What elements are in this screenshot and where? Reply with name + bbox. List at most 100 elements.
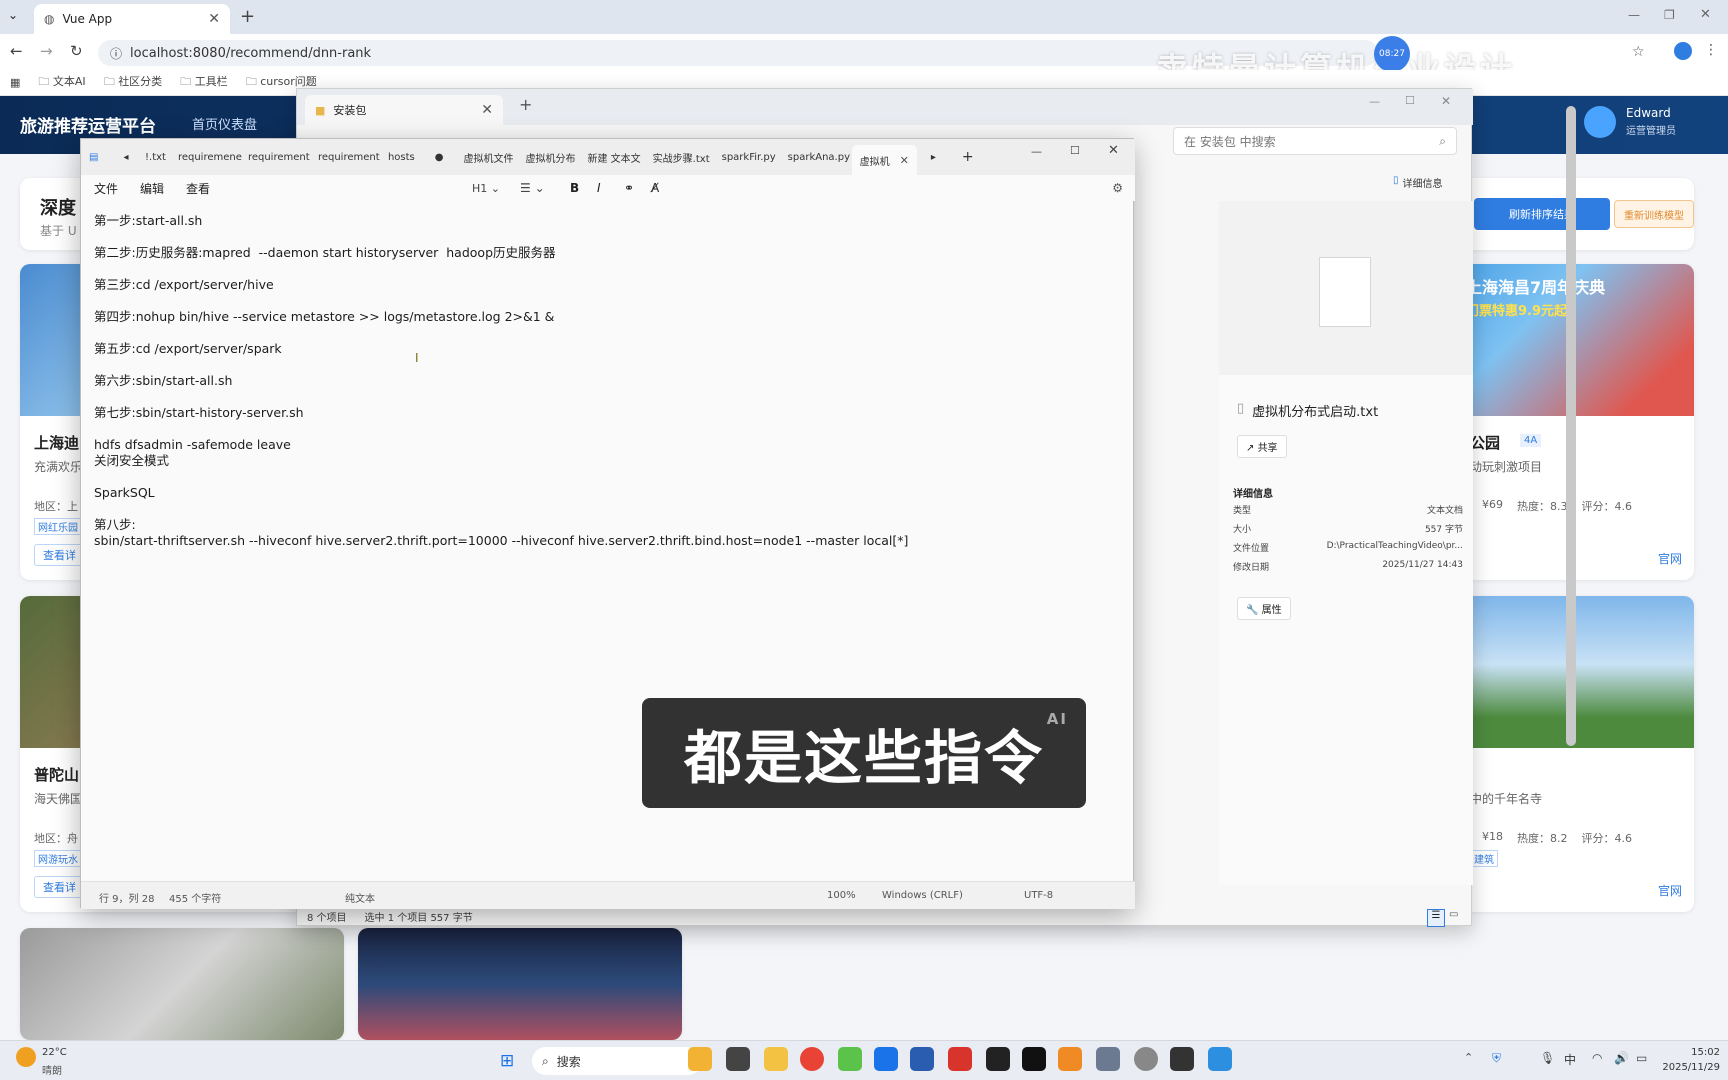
notepad-tab[interactable]: requirement [312, 152, 382, 163]
wps-icon[interactable] [948, 1047, 972, 1071]
share-button[interactable]: ↗ 共享 [1237, 435, 1287, 458]
close-tab-icon[interactable]: ✕ [900, 154, 909, 167]
ime-indicator[interactable]: 中 [1564, 1051, 1576, 1068]
taskbar-app-icon[interactable] [1134, 1047, 1158, 1071]
back-icon[interactable]: ← [10, 42, 23, 60]
forward-icon[interactable]: → [40, 42, 53, 60]
volume-icon[interactable]: 🔊 [1614, 1051, 1629, 1065]
list-dropdown-icon[interactable]: ☰ ⌄ [520, 181, 570, 195]
notepad-active-tab[interactable]: 虚拟机 ✕ [851, 145, 917, 175]
tab-scroll-right-icon[interactable]: ▸ [931, 152, 936, 163]
line-ending[interactable]: Windows (CRLF) [882, 890, 963, 901]
apps-icon[interactable]: ▦ [10, 76, 20, 89]
taskbar-search[interactable]: ⌕ 搜索 [532, 1047, 702, 1075]
tab-scroll-left-icon[interactable]: ◂ [113, 152, 139, 163]
text-line [94, 261, 1114, 277]
notepad-tab[interactable]: hosts [382, 152, 421, 163]
file-explorer-icon[interactable] [764, 1047, 788, 1071]
minimize-icon[interactable]: — [1031, 145, 1042, 158]
start-windows-icon[interactable]: ⊞ [500, 1051, 514, 1071]
taskbar-app-icon[interactable] [688, 1047, 712, 1071]
tab-list-chevron-icon[interactable]: ⌄ [8, 8, 18, 22]
taskbar-app-icon[interactable] [1096, 1047, 1120, 1071]
taskbar-app-icon[interactable] [910, 1047, 934, 1071]
clock-date[interactable]: 2025/11/29 [1660, 1062, 1720, 1073]
taskbar-app-icon[interactable] [986, 1047, 1010, 1071]
text-format[interactable]: 纯文本 [345, 890, 375, 905]
taskbar-app-icon[interactable] [838, 1047, 862, 1071]
restore-icon[interactable]: ❐ [1664, 8, 1675, 22]
official-site-link[interactable]: 官网 [1658, 882, 1682, 899]
terminal-icon[interactable] [1170, 1047, 1194, 1071]
minimize-icon[interactable]: — [1628, 8, 1640, 22]
task-view-icon[interactable] [726, 1047, 750, 1071]
zoom-level[interactable]: 100% [827, 890, 856, 901]
settings-gear-icon[interactable]: ⚙ [1112, 181, 1123, 195]
pycharm-icon[interactable] [1022, 1047, 1046, 1071]
notepad-tab[interactable]: 虚拟机文件 [457, 150, 519, 165]
notepad-tab[interactable]: requirement [242, 152, 312, 163]
menu-icon[interactable]: ⋮ [1704, 42, 1718, 58]
properties-button[interactable]: 🔧 属性 [1237, 597, 1291, 620]
maximize-icon[interactable]: ☐ [1405, 94, 1415, 107]
details-pane-toggle[interactable]: ▯ 详细信息 [1393, 175, 1443, 190]
shield-icon[interactable]: ⛨ [1492, 1051, 1501, 1066]
clock-time[interactable]: 15:02 [1664, 1047, 1720, 1058]
new-tab-icon[interactable]: + [240, 6, 255, 27]
tray-chevron-icon[interactable]: ⌃ [1464, 1051, 1473, 1064]
reload-icon[interactable]: ↻ [70, 42, 83, 60]
tiles-view-icon[interactable]: ▭ [1449, 909, 1458, 920]
refresh-ranking-button[interactable]: 刷新排序结果 [1474, 198, 1610, 230]
view-detail-button[interactable]: 查看详 [34, 876, 85, 898]
heading-dropdown[interactable]: H1 ⌄ [472, 182, 520, 195]
notepad-taskbar-icon[interactable] [1208, 1047, 1232, 1071]
close-window-icon[interactable]: ✕ [1441, 94, 1451, 108]
star-icon[interactable]: ☆ [1632, 44, 1645, 60]
menu-view[interactable]: 查看 [186, 180, 232, 197]
clear-format-icon[interactable]: A̸ [651, 181, 678, 195]
retrain-model-button[interactable]: 重新训练模型 [1614, 200, 1694, 228]
encoding[interactable]: UTF-8 [1024, 890, 1053, 901]
official-site-link[interactable]: 官网 [1658, 550, 1682, 567]
wifi-icon[interactable]: ◠ [1592, 1051, 1602, 1065]
notepad-tab[interactable]: 虚拟机分布 [519, 150, 581, 165]
taskbar-app-icon[interactable] [874, 1047, 898, 1071]
profile-icon[interactable] [1674, 42, 1692, 60]
nav-item-dashboard[interactable]: 首页仪表盘 [192, 114, 257, 133]
notepad-tab[interactable]: sparkFir.py [716, 152, 782, 163]
explorer-search-input[interactable]: 在 安装包 中搜索 ⌕ [1173, 127, 1457, 155]
close-window-icon[interactable]: ✕ [1700, 7, 1711, 22]
new-tab-icon[interactable]: + [962, 149, 974, 165]
chrome-icon[interactable] [800, 1047, 824, 1071]
menu-edit[interactable]: 编辑 [140, 180, 186, 197]
menu-file[interactable]: 文件 [94, 180, 140, 197]
close-tab-icon[interactable]: ✕ [481, 102, 493, 118]
notepad-tab[interactable]: 实战步骤.txt [647, 150, 716, 165]
minimize-icon[interactable]: — [1369, 95, 1380, 108]
close-window-icon[interactable]: ✕ [1108, 143, 1119, 158]
bookmark-folder[interactable]: 🗀 社区分类 [104, 73, 163, 92]
microphone-icon[interactable]: 🎙 [1540, 1051, 1555, 1065]
close-tab-icon[interactable]: ✕ [208, 11, 220, 27]
notepad-tab[interactable]: 新建 文本文 [581, 150, 646, 165]
weather-icon[interactable] [16, 1047, 36, 1067]
new-tab-icon[interactable]: + [519, 95, 532, 114]
bold-icon[interactable]: B [570, 181, 597, 195]
link-icon[interactable]: ⚭ [624, 181, 651, 195]
avatar[interactable] [1584, 106, 1616, 138]
notepad-tab[interactable]: !.txt [139, 152, 172, 163]
page-scrollbar[interactable] [1566, 106, 1576, 746]
details-view-icon[interactable]: ☰ [1427, 909, 1445, 927]
browser-tab[interactable]: ◍ Vue App ✕ [34, 4, 230, 34]
battery-icon[interactable]: ▭ [1636, 1051, 1647, 1065]
explorer-tab[interactable]: ■ 安装包 ✕ [305, 95, 503, 125]
bookmark-folder[interactable]: 🗀 工具栏 [180, 73, 228, 92]
italic-icon[interactable]: I [597, 181, 624, 195]
maximize-icon[interactable]: ☐ [1070, 144, 1080, 157]
bookmark-folder[interactable]: 🗀 文本AI [38, 73, 85, 92]
notepad-tab[interactable]: sparkAna.py [782, 152, 852, 163]
notepad-tab[interactable]: requiremene [172, 152, 242, 163]
notepad-text-area[interactable]: 第一步:start-all.sh 第二步:历史服务器:mapred --daem… [94, 213, 1114, 549]
taskbar-app-icon[interactable] [1058, 1047, 1082, 1071]
view-detail-button[interactable]: 查看详 [34, 544, 85, 566]
